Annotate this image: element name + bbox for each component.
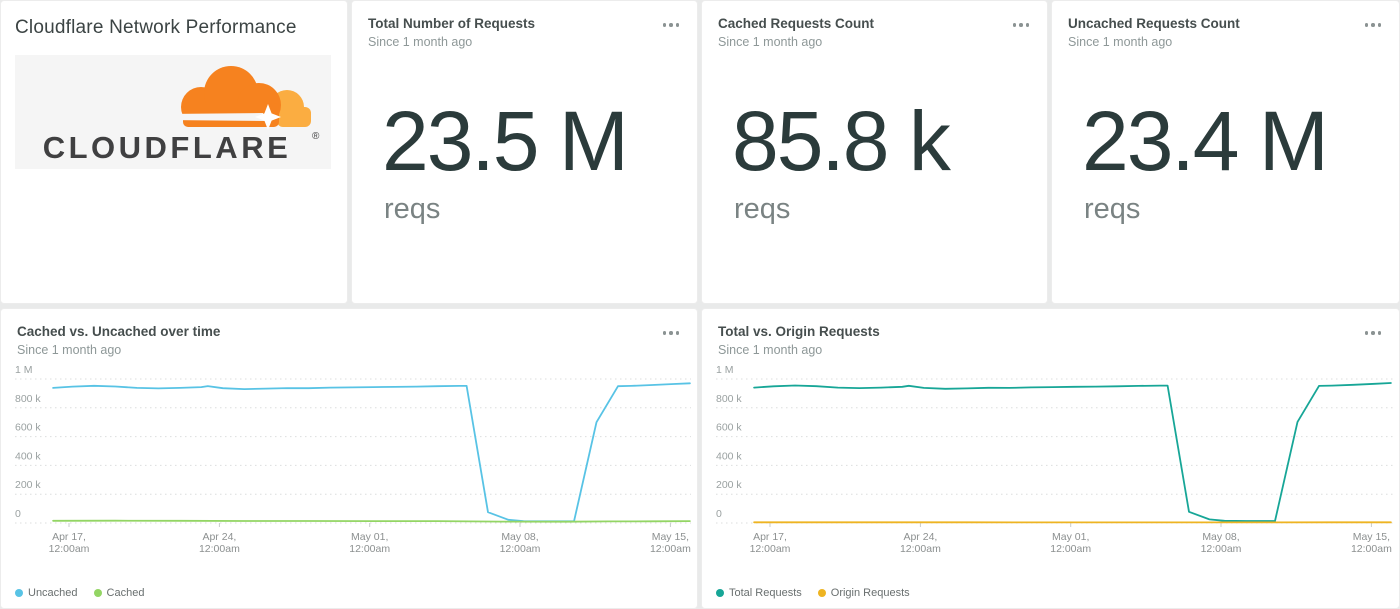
billboard-value: 23.5 M bbox=[382, 99, 697, 183]
logo-wordmark: CLOUDFLARE bbox=[43, 130, 292, 165]
legend-item-origin-requests[interactable]: Origin Requests bbox=[818, 587, 910, 599]
x-axis-label: Apr 17, bbox=[52, 531, 86, 543]
widget-subtitle: Since 1 month ago bbox=[17, 343, 220, 357]
x-axis-label: 12:00am bbox=[500, 543, 541, 555]
legend-item-cached[interactable]: Cached bbox=[94, 587, 145, 599]
x-axis-label: Apr 24, bbox=[202, 531, 236, 543]
x-axis-label: 12:00am bbox=[750, 543, 791, 555]
y-axis-label: 600 k bbox=[15, 422, 41, 434]
widget-subtitle: Since 1 month ago bbox=[368, 35, 535, 49]
x-axis-label: 12:00am bbox=[349, 543, 390, 555]
chart-total-vs-origin: Total vs. Origin Requests Since 1 month … bbox=[701, 308, 1400, 609]
widget-header: Cached vs. Uncached over time Since 1 mo… bbox=[1, 309, 697, 357]
legend-label: Origin Requests bbox=[831, 587, 910, 599]
x-axis-label: 12:00am bbox=[1050, 543, 1091, 555]
billboard-unit: reqs bbox=[1084, 193, 1399, 226]
legend-dot-icon bbox=[716, 589, 724, 597]
widget-subtitle: Since 1 month ago bbox=[1068, 35, 1240, 49]
cloudflare-logo: CLOUDFLARE ® bbox=[15, 55, 331, 169]
chart-cached-vs-uncached: Cached vs. Uncached over time Since 1 mo… bbox=[0, 308, 698, 609]
y-axis-label: 400 k bbox=[15, 450, 41, 462]
more-options-icon[interactable] bbox=[1011, 15, 1032, 35]
widget-header: Total Number of Requests Since 1 month a… bbox=[352, 1, 697, 49]
widget-title: Cached Requests Count bbox=[718, 15, 874, 32]
x-axis-label: 12:00am bbox=[650, 543, 691, 555]
cloudflare-logo-image: CLOUDFLARE ® bbox=[15, 55, 331, 169]
chart-legend: Uncached Cached bbox=[15, 587, 144, 599]
legend-label: Uncached bbox=[28, 587, 78, 599]
legend-dot-icon bbox=[15, 589, 23, 597]
x-axis-label: May 01, bbox=[351, 531, 388, 543]
panel-dashboard-header: Cloudflare Network Performance CLOUDFLAR… bbox=[0, 0, 348, 304]
x-axis-label: 12:00am bbox=[49, 543, 90, 555]
legend-label: Total Requests bbox=[729, 587, 802, 599]
widget-header: Cached Requests Count Since 1 month ago bbox=[702, 1, 1047, 49]
widget-header: Total vs. Origin Requests Since 1 month … bbox=[702, 309, 1399, 357]
billboard-value: 23.4 M bbox=[1082, 99, 1399, 183]
more-options-icon[interactable] bbox=[1363, 323, 1384, 343]
x-axis-label: May 08, bbox=[1202, 531, 1239, 543]
x-axis-label: Apr 24, bbox=[903, 531, 937, 543]
billboard-unit: reqs bbox=[734, 193, 1047, 226]
widget-subtitle: Since 1 month ago bbox=[718, 35, 874, 49]
x-axis-label: May 15, bbox=[652, 531, 689, 543]
legend-item-uncached[interactable]: Uncached bbox=[15, 587, 78, 599]
chart-legend: Total Requests Origin Requests bbox=[716, 587, 910, 599]
legend-label: Cached bbox=[107, 587, 145, 599]
billboard-unit: reqs bbox=[384, 193, 697, 226]
widget-title: Total Number of Requests bbox=[368, 15, 535, 32]
legend-dot-icon bbox=[818, 589, 826, 597]
y-axis-label: 200 k bbox=[15, 479, 41, 491]
billboard-value: 85.8 k bbox=[732, 99, 1047, 183]
widget-title: Uncached Requests Count bbox=[1068, 15, 1240, 32]
y-axis-label: 800 k bbox=[15, 393, 41, 405]
x-axis-label: 12:00am bbox=[900, 543, 941, 555]
y-axis-label: 400 k bbox=[716, 450, 742, 462]
chart-plot-area[interactable]: 1 M800 k600 k400 k200 k0Apr 17,12:00amAp… bbox=[702, 359, 1400, 569]
y-axis-label: 800 k bbox=[716, 393, 742, 405]
widget-title: Cached vs. Uncached over time bbox=[17, 323, 220, 340]
legend-dot-icon bbox=[94, 589, 102, 597]
series-line-uncached[interactable] bbox=[53, 383, 690, 521]
x-axis-label: 12:00am bbox=[199, 543, 240, 555]
y-axis-label: 1 M bbox=[15, 364, 33, 376]
y-axis-label: 200 k bbox=[716, 479, 742, 491]
more-options-icon[interactable] bbox=[661, 15, 682, 35]
series-line-total-requests[interactable] bbox=[754, 383, 1391, 521]
more-options-icon[interactable] bbox=[661, 323, 682, 343]
x-axis-label: 12:00am bbox=[1201, 543, 1242, 555]
x-axis-label: 12:00am bbox=[1351, 543, 1392, 555]
x-axis-label: May 15, bbox=[1353, 531, 1390, 543]
logo-swoosh bbox=[165, 113, 265, 121]
widget-header: Uncached Requests Count Since 1 month ag… bbox=[1052, 1, 1399, 49]
y-axis-label: 0 bbox=[15, 508, 21, 520]
legend-item-total-requests[interactable]: Total Requests bbox=[716, 587, 802, 599]
x-axis-label: May 08, bbox=[501, 531, 538, 543]
y-axis-label: 600 k bbox=[716, 422, 742, 434]
x-axis-label: Apr 17, bbox=[753, 531, 787, 543]
billboard-cached-requests: Cached Requests Count Since 1 month ago … bbox=[701, 0, 1048, 304]
series-line-cached[interactable] bbox=[53, 521, 690, 522]
y-axis-label: 0 bbox=[716, 508, 722, 520]
widget-subtitle: Since 1 month ago bbox=[718, 343, 880, 357]
billboard-uncached-requests: Uncached Requests Count Since 1 month ag… bbox=[1051, 0, 1400, 304]
dashboard-title: Cloudflare Network Performance bbox=[1, 1, 347, 39]
x-axis-label: May 01, bbox=[1052, 531, 1089, 543]
billboard-total-requests: Total Number of Requests Since 1 month a… bbox=[351, 0, 698, 304]
widget-title: Total vs. Origin Requests bbox=[718, 323, 880, 340]
more-options-icon[interactable] bbox=[1363, 15, 1384, 35]
chart-plot-area[interactable]: 1 M800 k600 k400 k200 k0Apr 17,12:00amAp… bbox=[1, 359, 698, 569]
y-axis-label: 1 M bbox=[716, 364, 734, 376]
logo-registered-mark: ® bbox=[312, 131, 320, 142]
